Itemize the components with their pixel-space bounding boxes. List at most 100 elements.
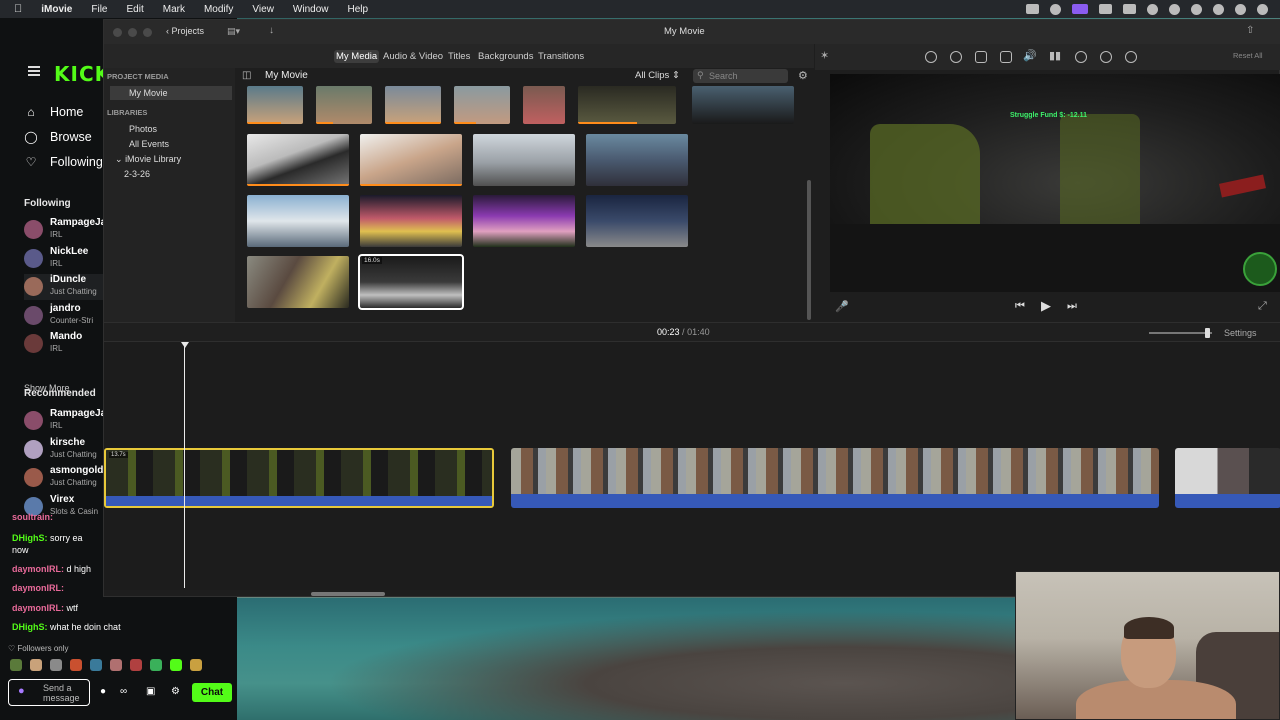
emote-icon[interactable] xyxy=(10,659,22,671)
timeline-settings-button[interactable]: Settings xyxy=(1224,328,1257,338)
menu-view[interactable]: View xyxy=(252,4,274,15)
stabilization-icon[interactable] xyxy=(1000,51,1012,63)
media-thumbnail[interactable] xyxy=(454,86,510,124)
emote-icon[interactable] xyxy=(170,659,182,671)
menu-file[interactable]: File xyxy=(91,4,107,15)
screen-share-icon[interactable] xyxy=(1072,4,1088,14)
library-item-my-movie[interactable]: My Movie xyxy=(110,86,232,100)
timeline-zoom-knob[interactable] xyxy=(1205,328,1210,338)
media-thumbnail[interactable] xyxy=(586,134,688,186)
menu-mark[interactable]: Mark xyxy=(163,4,185,15)
timeline-clip[interactable] xyxy=(511,448,1159,508)
search-input[interactable]: Search xyxy=(693,69,788,83)
magic-wand-icon[interactable]: ✶ xyxy=(820,49,829,62)
fullscreen-icon[interactable]: ⤢ xyxy=(1258,300,1267,313)
media-icon[interactable] xyxy=(1213,3,1224,15)
hamburger-menu-icon[interactable] xyxy=(28,66,40,76)
media-thumbnail[interactable] xyxy=(473,134,575,186)
media-thumbnail[interactable] xyxy=(360,134,462,186)
browser-settings-icon[interactable]: ⚙ xyxy=(798,69,808,82)
chat-username[interactable]: DHighS: xyxy=(12,622,48,632)
microphone-icon[interactable]: ● xyxy=(18,685,25,697)
speed-icon[interactable] xyxy=(1075,51,1087,63)
menu-edit[interactable]: Edit xyxy=(127,4,144,15)
timeline-scrollbar[interactable] xyxy=(311,592,385,596)
color-correction-icon[interactable] xyxy=(950,51,962,63)
volume-icon[interactable]: 🔊 xyxy=(1023,49,1037,62)
link-icon[interactable]: ∞ xyxy=(120,686,127,697)
media-thumbnail[interactable] xyxy=(473,195,575,247)
menu-app-name[interactable]: iMovie xyxy=(41,4,72,15)
import-icon[interactable]: ↓ xyxy=(269,25,274,36)
apple-menu-icon[interactable]:  xyxy=(14,3,22,15)
media-thumbnail[interactable] xyxy=(586,195,688,247)
media-thumbnail[interactable] xyxy=(692,86,794,124)
menu-window[interactable]: Window xyxy=(293,4,329,15)
recording-icon[interactable] xyxy=(1026,4,1039,14)
emote-icon[interactable] xyxy=(30,659,42,671)
disclosure-chevron-icon[interactable]: ⌄ xyxy=(115,154,123,164)
emoji-picker-icon[interactable]: ● xyxy=(100,686,106,697)
chat-username[interactable]: DHighS: xyxy=(12,533,48,543)
projects-back-button[interactable]: ‹ Projects xyxy=(166,26,204,36)
emote-icon[interactable] xyxy=(50,659,62,671)
chat-username[interactable]: daymonIRL: xyxy=(12,564,64,574)
sidebar-toggle-icon[interactable]: ◫ xyxy=(242,70,251,81)
search-icon[interactable] xyxy=(1169,3,1180,15)
crop-icon[interactable] xyxy=(975,51,987,63)
settings-gear-icon[interactable]: ⚙ xyxy=(171,686,180,697)
chat-username[interactable]: daymonIRL: xyxy=(12,583,64,593)
clip-filter-select[interactable]: All Clips ⇕ xyxy=(635,70,680,81)
zoom-window-button[interactable] xyxy=(143,28,152,37)
menu-help[interactable]: Help xyxy=(348,4,369,15)
media-thumbnail[interactable] xyxy=(578,86,676,124)
emote-icon[interactable] xyxy=(110,659,122,671)
media-thumbnail[interactable] xyxy=(360,195,462,247)
playhead-handle[interactable] xyxy=(181,342,189,348)
chat-send-button[interactable]: Chat xyxy=(192,683,232,702)
library-item-all-events[interactable]: All Events xyxy=(110,137,232,151)
emote-icon[interactable] xyxy=(190,659,202,671)
timeline-zoom-slider[interactable] xyxy=(1149,332,1212,334)
control-center-icon[interactable] xyxy=(1235,3,1246,15)
library-item-imovie-library[interactable]: ⌄ iMovie Library xyxy=(110,152,232,166)
chat-username[interactable]: daymonIRL: xyxy=(12,603,64,613)
media-thumbnail[interactable] xyxy=(247,195,349,247)
reset-all-button[interactable]: Reset All xyxy=(1233,51,1263,60)
voiceover-microphone-icon[interactable]: 🎤 xyxy=(835,300,849,313)
skip-back-icon[interactable]: ⏮ xyxy=(1015,300,1025,313)
grid-icon[interactable] xyxy=(1099,4,1112,14)
clip-filter-icon[interactable] xyxy=(1100,51,1112,63)
tab-titles[interactable]: Titles xyxy=(446,50,472,63)
media-thumbnail[interactable] xyxy=(247,86,303,124)
library-item-photos[interactable]: Photos xyxy=(110,122,232,136)
media-thumbnail[interactable] xyxy=(247,134,349,186)
chat-username[interactable]: soultrain: xyxy=(12,512,53,522)
skip-forward-icon[interactable]: ⏭ xyxy=(1067,300,1077,313)
store-icon[interactable]: ▣ xyxy=(146,686,155,697)
wifi-icon[interactable] xyxy=(1147,3,1158,15)
color-balance-icon[interactable] xyxy=(925,51,937,63)
library-item-event-2-3-26[interactable]: 2-3-26 xyxy=(110,167,232,181)
bluetooth-icon[interactable] xyxy=(1191,3,1202,15)
layout-toggle-icon[interactable]: ▤▾ xyxy=(227,26,240,37)
clock-icon[interactable] xyxy=(1257,3,1268,15)
timeline-clip-selected[interactable]: 13.7s xyxy=(104,448,494,508)
media-thumbnail[interactable] xyxy=(316,86,372,124)
timeline-clip[interactable] xyxy=(1175,448,1280,508)
share-icon[interactable]: ⇧ xyxy=(1246,25,1254,36)
emote-icon[interactable] xyxy=(150,659,162,671)
tab-my-media[interactable]: My Media xyxy=(334,50,380,63)
media-thumbnail-selected[interactable]: 16.0s xyxy=(358,254,464,310)
playhead[interactable] xyxy=(184,342,185,588)
close-window-button[interactable] xyxy=(113,28,122,37)
equalizer-icon[interactable]: ▮▮ xyxy=(1049,49,1061,62)
emote-icon[interactable] xyxy=(130,659,142,671)
info-icon[interactable] xyxy=(1125,51,1137,63)
menu-modify[interactable]: Modify xyxy=(204,4,233,15)
emote-icon[interactable] xyxy=(90,659,102,671)
tab-transitions[interactable]: Transitions xyxy=(536,50,586,63)
tab-audio-video[interactable]: Audio & Video xyxy=(381,50,445,63)
browser-scrollbar[interactable] xyxy=(807,180,811,320)
play-icon[interactable]: ▶ xyxy=(1041,298,1051,314)
